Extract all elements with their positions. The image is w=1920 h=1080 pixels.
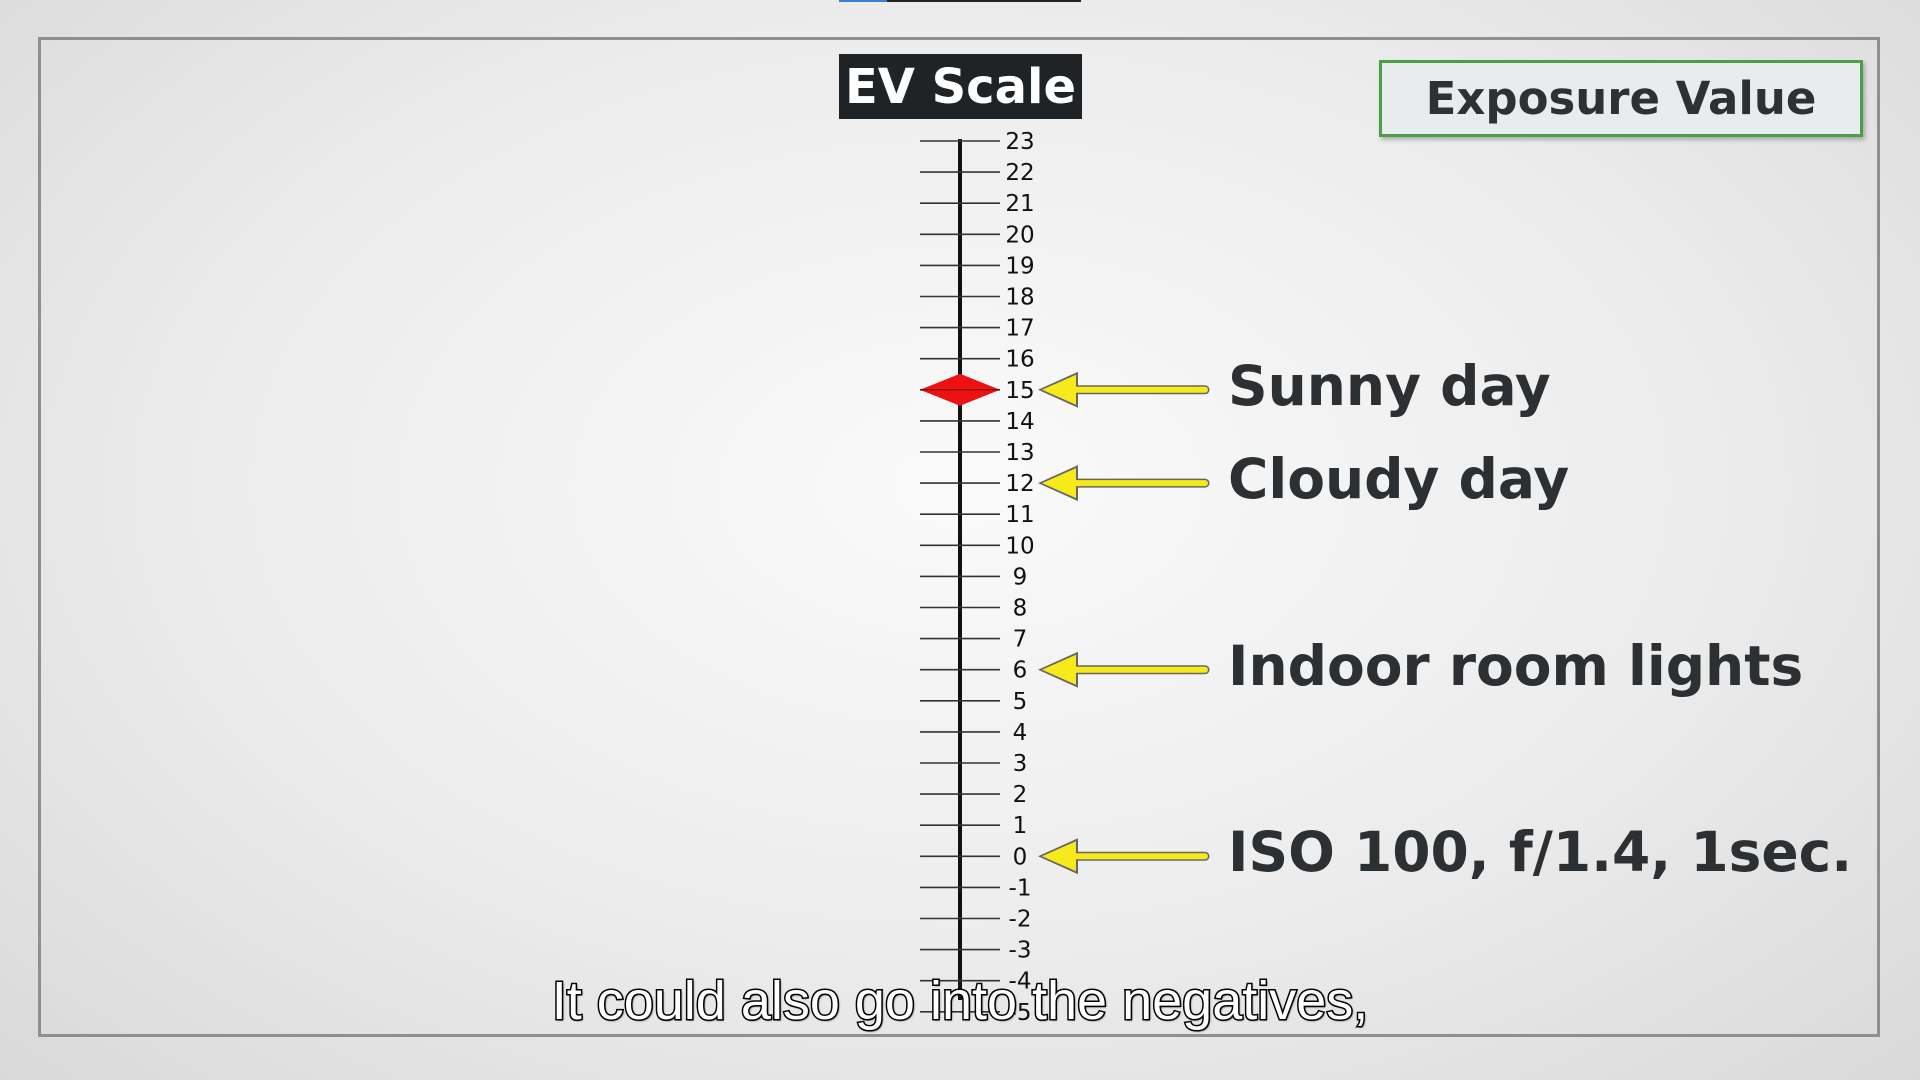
scale-tick-label: 11	[1005, 502, 1034, 528]
scale-tick-label: 7	[1013, 627, 1028, 653]
scale-tick-label: 1	[1013, 813, 1028, 839]
ev-scale-diagram: 23222120191817161514131211109876543210-1…	[920, 129, 1210, 1026]
scale-tick-label: 2	[1013, 782, 1028, 808]
scale-tick-label: 4	[1013, 720, 1028, 746]
annotation-indoor-room-lights: Indoor room lights	[1228, 633, 1804, 698]
scale-tick-label: 20	[1005, 222, 1034, 248]
scale-tick-label: 9	[1013, 564, 1028, 590]
scale-tick-label: 13	[1005, 440, 1034, 466]
scale-tick-label: -1	[1009, 875, 1032, 901]
scale-tick-label: 5	[1013, 689, 1028, 715]
annotation-arrow-head	[1042, 468, 1076, 499]
scale-tick-label: 23	[1005, 129, 1034, 155]
scale-tick-label: 3	[1013, 751, 1028, 777]
annotation-arrow-head	[1042, 841, 1076, 872]
scale-tick-label: 14	[1005, 409, 1034, 435]
scale-tick-label: -2	[1009, 907, 1032, 933]
scale-tick-label: 10	[1005, 533, 1034, 559]
scale-tick-label: 12	[1005, 471, 1034, 497]
scale-tick-label: 17	[1005, 316, 1034, 342]
scale-tick-label: 8	[1013, 596, 1028, 622]
scale-tick-label: 19	[1005, 253, 1034, 279]
scale-tick-label: 16	[1005, 347, 1034, 373]
scale-tick-label: 15	[1005, 378, 1034, 404]
scale-tick-label: 18	[1005, 285, 1034, 311]
annotation-arrow-head	[1042, 374, 1076, 405]
annotation-arrow-head	[1042, 654, 1076, 685]
scale-tick-label: 0	[1013, 844, 1028, 870]
annotation-sunny-day: Sunny day	[1228, 353, 1551, 418]
scale-tick-label: -3	[1009, 938, 1032, 964]
annotation-iso-settings: ISO 100, f/1.4, 1sec.	[1228, 820, 1853, 885]
scale-tick-label: 22	[1005, 160, 1034, 186]
annotation-cloudy-day: Cloudy day	[1228, 447, 1570, 512]
video-subtitle: It could also go into the negatives,	[550, 970, 1370, 1033]
scale-tick-label: 6	[1013, 658, 1028, 684]
scale-tick-label: 21	[1005, 191, 1034, 217]
